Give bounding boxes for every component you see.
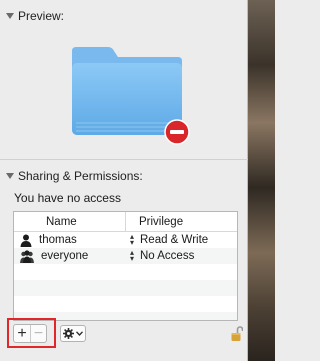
group-users-icon <box>20 249 34 263</box>
up-down-arrows-icon: ▴ ▾ <box>129 248 134 263</box>
preview-label: Preview: <box>18 9 65 23</box>
folder-preview <box>68 45 192 145</box>
desktop-background <box>248 0 275 361</box>
table-header: Name Privilege <box>14 212 237 232</box>
privilege-popup[interactable]: ▴ ▾ Read & Write <box>126 232 209 247</box>
remove-user-button[interactable]: − <box>29 325 46 342</box>
name-cell: everyone <box>14 249 126 263</box>
privilege-value: No Access <box>140 250 195 262</box>
user-name: everyone <box>41 250 89 262</box>
permissions-table: Name Privilege thomas ▴ ▾ Read & Write e… <box>13 211 238 321</box>
sharing-section-header[interactable]: Sharing & Permissions: <box>6 169 143 183</box>
name-cell: thomas <box>14 234 126 247</box>
action-menu-button[interactable] <box>60 325 86 342</box>
chevron-down-icon <box>76 331 83 336</box>
sharing-label: Sharing & Permissions: <box>18 169 143 183</box>
table-row[interactable]: thomas ▴ ▾ Read & Write <box>14 232 237 248</box>
up-down-arrows-icon: ▴ ▾ <box>129 232 134 247</box>
empty-row <box>14 296 237 312</box>
privilege-popup[interactable]: ▴ ▾ No Access <box>126 248 195 263</box>
preview-section-header[interactable]: Preview: <box>6 9 64 23</box>
section-divider <box>0 159 248 160</box>
add-user-button[interactable]: + <box>14 325 30 342</box>
gear-icon <box>63 328 74 339</box>
disclosure-triangle-icon[interactable] <box>6 173 14 179</box>
disclosure-triangle-icon[interactable] <box>6 13 14 19</box>
column-header-privilege[interactable]: Privilege <box>126 212 183 232</box>
single-user-icon <box>20 234 32 247</box>
empty-row <box>14 264 237 280</box>
add-remove-control: + − <box>13 324 47 343</box>
privilege-value: Read & Write <box>140 234 209 246</box>
user-name: thomas <box>39 234 77 246</box>
get-info-panel: Preview: Sharing & Permissions: You have… <box>0 0 248 361</box>
no-access-badge-icon <box>164 119 190 145</box>
table-row[interactable]: everyone ▴ ▾ No Access <box>14 248 237 264</box>
column-header-name[interactable]: Name <box>14 212 126 232</box>
empty-row <box>14 280 237 296</box>
access-status-text: You have no access <box>14 191 121 205</box>
unlocked-padlock-icon[interactable] <box>231 326 243 342</box>
